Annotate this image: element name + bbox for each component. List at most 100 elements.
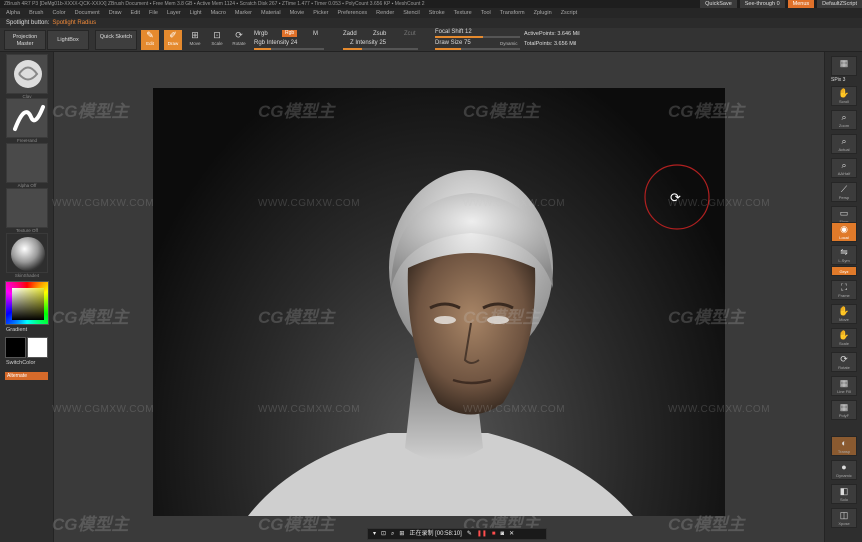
menu-zscript[interactable]: Zscript xyxy=(561,8,578,18)
menu-zplugin[interactable]: Zplugin xyxy=(534,8,552,18)
menu-color[interactable]: Color xyxy=(52,8,65,18)
menu-light[interactable]: Light xyxy=(190,8,202,18)
menu-stencil[interactable]: Stencil xyxy=(403,8,420,18)
color-picker[interactable] xyxy=(5,281,49,325)
active-points-readout: ActivePoints: 3.646 Mil xyxy=(524,31,580,37)
menu-marker[interactable]: Marker xyxy=(235,8,252,18)
recorder-camera-icon[interactable]: ◙ xyxy=(501,529,505,540)
document-viewport[interactable]: ⟳ xyxy=(153,88,725,516)
spix-button[interactable]: ▦ xyxy=(831,56,857,76)
lightbox-button[interactable]: LightBox xyxy=(47,30,89,50)
title-bar: ZBrush 4R7 P3 [DeMg01b-XXXX-QCK-XXXX] ZB… xyxy=(0,0,862,8)
transp-button[interactable]: ◐ Transp xyxy=(831,436,857,456)
menu-edit[interactable]: Edit xyxy=(131,8,140,18)
rgb-intensity-slider[interactable] xyxy=(254,48,324,50)
menu-material[interactable]: Material xyxy=(261,8,281,18)
gradient-label[interactable]: Gradient xyxy=(6,327,27,333)
color-picker-square[interactable] xyxy=(12,288,44,320)
dynamic-toggle[interactable]: Dynamic xyxy=(500,41,518,46)
menu-render[interactable]: Render xyxy=(376,8,394,18)
draw-size-label: Draw Size 75 xyxy=(435,40,471,46)
menu-layer[interactable]: Layer xyxy=(167,8,181,18)
menu-draw[interactable]: Draw xyxy=(109,8,122,18)
alpha-thumbnail[interactable] xyxy=(6,143,48,183)
frame-button[interactable]: ⛶ Frame xyxy=(831,280,857,300)
menu-macro[interactable]: Macro xyxy=(211,8,226,18)
menu-tool[interactable]: Tool xyxy=(481,8,491,18)
rgb-toggle[interactable]: Rgb xyxy=(282,30,298,37)
recorder-pause-icon[interactable]: ❚❚ xyxy=(477,529,487,540)
rotate-button[interactable]: ⟳ Rotate xyxy=(831,352,857,372)
watermark-brand: CG模型主 xyxy=(668,102,745,121)
scroll-button[interactable]: ✋ Scroll xyxy=(831,86,857,106)
persp-button[interactable]: ⟋ Persp xyxy=(831,182,857,202)
move-button[interactable]: ✋ Move xyxy=(831,304,857,324)
scale-button[interactable]: ✋ Scale xyxy=(831,328,857,348)
quick-sketch-button[interactable]: Quick Sketch xyxy=(95,30,137,50)
watermark-brand: CG模型主 xyxy=(52,308,129,327)
switch-color-button[interactable]: SwitchColor xyxy=(6,360,35,366)
recorder-status: 正在录制 [00:58:10] xyxy=(409,530,462,537)
stroke-thumbnail[interactable] xyxy=(6,98,48,138)
mrgb-toggle[interactable]: Mrgb xyxy=(254,31,268,37)
zoom-button[interactable]: ⌕ Zoom xyxy=(831,110,857,130)
recorder-close-icon[interactable]: ✕ xyxy=(509,529,514,540)
local-button[interactable]: ◉ Local xyxy=(831,222,857,242)
watermark-brand: CG模型主 xyxy=(463,102,540,121)
recorder-stop-icon[interactable]: ■ xyxy=(492,529,496,540)
menu-stroke[interactable]: Stroke xyxy=(429,8,445,18)
default-zscript-button[interactable]: DefaultZScript xyxy=(817,0,862,8)
quicksave-button[interactable]: QuickSave xyxy=(700,0,737,8)
material-sphere-icon xyxy=(11,237,45,271)
scale-mode-button[interactable]: ⊡ Scale xyxy=(208,30,226,50)
zadd-toggle[interactable]: Zadd xyxy=(343,31,357,37)
recorder-pen-icon[interactable]: ✎ xyxy=(467,529,472,540)
focal-shift-slider[interactable] xyxy=(435,36,520,38)
material-thumbnail[interactable] xyxy=(6,233,48,273)
m-toggle[interactable]: M xyxy=(313,31,318,37)
menus-button[interactable]: Menus xyxy=(787,0,815,8)
solo-button[interactable]: ◧ Solo xyxy=(831,484,857,504)
menu-picker[interactable]: Picker xyxy=(313,8,328,18)
menu-file[interactable]: File xyxy=(149,8,158,18)
alternate-button[interactable]: Alternate xyxy=(5,372,48,380)
draw-size-slider[interactable] xyxy=(435,48,520,50)
draw-mode-button[interactable]: ✐ Draw xyxy=(164,30,182,50)
menu-brush[interactable]: Brush xyxy=(29,8,43,18)
aahalf-button[interactable]: ⌕ AAHalf xyxy=(831,158,857,178)
texture-thumbnail[interactable] xyxy=(6,188,48,228)
lsym-button[interactable]: ⇋ L.Sym xyxy=(831,245,857,265)
recorder-menu-icon[interactable]: ▾ xyxy=(373,529,376,540)
move-hand-icon: ✋ xyxy=(838,306,850,316)
zcut-toggle[interactable]: Zcut xyxy=(404,31,416,37)
dynamic-button[interactable]: ● Dynamic xyxy=(831,460,857,480)
zsub-toggle[interactable]: Zsub xyxy=(373,31,386,37)
menu-preferences[interactable]: Preferences xyxy=(338,8,368,18)
main-color-swatch[interactable] xyxy=(5,337,26,358)
edit-mode-button[interactable]: ✎ Edit xyxy=(141,30,159,50)
xpose-button[interactable]: ◫ Xpose xyxy=(831,508,857,528)
polyf-button[interactable]: ▦ PolyF xyxy=(831,400,857,420)
gxyz-button[interactable]: Gxyz xyxy=(831,266,857,276)
secondary-color-swatch[interactable] xyxy=(27,337,48,358)
menu-document[interactable]: Document xyxy=(75,8,100,18)
watermark-url: WWW.CGMXW.COM xyxy=(52,198,155,209)
actual-label: Actual xyxy=(838,147,850,152)
brush-thumbnail[interactable] xyxy=(6,54,48,94)
menu-transform[interactable]: Transform xyxy=(500,8,525,18)
menu-alpha[interactable]: Alpha xyxy=(6,8,20,18)
recorder-select-icon[interactable]: ⊡ xyxy=(381,529,386,540)
move-mode-button[interactable]: ⊞ Move xyxy=(186,30,204,50)
menu-movie[interactable]: Movie xyxy=(290,8,305,18)
recorder-window-icon[interactable]: ⊞ xyxy=(399,529,404,540)
z-intensity-slider[interactable] xyxy=(343,48,418,50)
actual-button[interactable]: ⌕ Actual xyxy=(831,134,857,154)
see-through-slider[interactable]: See-through 0 xyxy=(739,0,785,8)
linefill-button[interactable]: ▦ Line Fill xyxy=(831,376,857,396)
rgb-intensity-fill xyxy=(254,48,271,50)
rotate-mode-button[interactable]: ⟳ Rotate xyxy=(230,30,248,50)
menu-texture[interactable]: Texture xyxy=(454,8,472,18)
recorder-zoom-icon[interactable]: ⌕ xyxy=(391,529,394,540)
projection-master-button[interactable]: Projection Master xyxy=(4,30,46,50)
title-text: ZBrush 4R7 P3 [DeMg01b-XXXX-QCK-XXXX] ZB… xyxy=(4,1,425,7)
